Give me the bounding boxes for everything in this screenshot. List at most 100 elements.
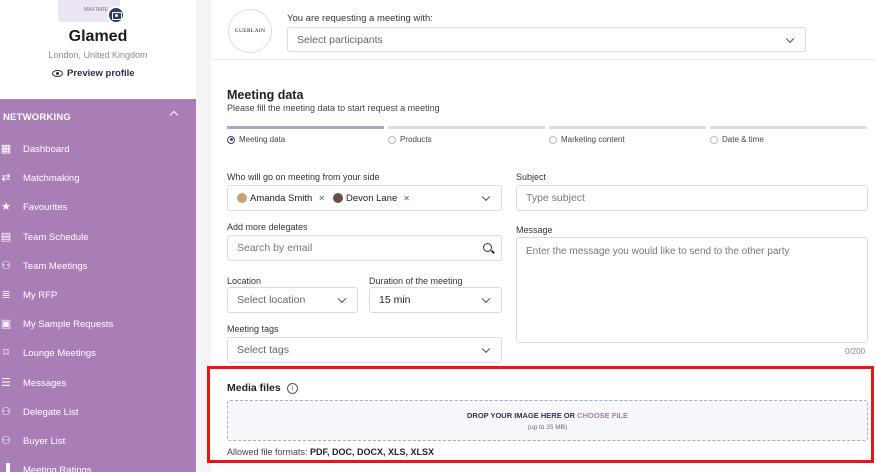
delegates-search-input[interactable]: Search by email xyxy=(227,235,502,261)
close-icon[interactable]: ✕ xyxy=(403,194,410,203)
dashboard-icon: ▦ xyxy=(0,143,12,155)
delegates-icon: ⚇ xyxy=(1,405,11,418)
camera-icon[interactable] xyxy=(107,6,125,24)
tags-select[interactable]: Select tags xyxy=(227,337,502,363)
choose-file-link[interactable]: CHOOSE FILE xyxy=(577,411,628,420)
rfp-icon: ≣ xyxy=(1,288,11,301)
who-label: Who will go on meeting from your side xyxy=(227,172,380,182)
team-icon: ⚇ xyxy=(1,259,11,272)
attendee-chip[interactable]: Amanda Smith ✕ xyxy=(237,193,325,204)
stepper: Meeting data Products Marketing content … xyxy=(227,126,877,146)
step-bar-3 xyxy=(549,126,706,129)
sidebar-item-favourites[interactable]: ★ Favourites xyxy=(0,193,196,222)
sidebar-item-label: My Sample Requests xyxy=(23,319,114,331)
eye-icon xyxy=(52,70,63,77)
radio-icon xyxy=(227,135,235,144)
info-icon[interactable]: i xyxy=(286,382,298,394)
sidebar-item-label: Delegate List xyxy=(23,406,79,418)
sidebar-item-buyer-list[interactable]: ⚇ Buyer List xyxy=(0,427,196,456)
subject-placeholder: Type subject xyxy=(526,192,585,204)
step-meeting-data[interactable]: Meeting data xyxy=(227,135,285,144)
participants-select[interactable]: Select participants xyxy=(287,27,806,52)
nav-section-label: NETWORKING xyxy=(3,111,71,123)
subject-input[interactable]: Type subject xyxy=(516,185,868,211)
allowed-formats: Allowed file formats: PDF, DOC, DOCX, XL… xyxy=(227,447,434,457)
sidebar-item-label: Meeting Ratings xyxy=(23,465,92,472)
message-placeholder: Enter the message you would like to send… xyxy=(526,246,790,257)
star-icon: ★ xyxy=(1,201,11,214)
message-counter: 0/200 xyxy=(845,347,866,356)
drop-text: DROP YOUR IMAGE HERE OR xyxy=(466,411,576,420)
step-products[interactable]: Products xyxy=(388,135,432,144)
buyers-icon: ⚇ xyxy=(1,434,11,447)
sidebar-item-messages[interactable]: ☰ Messages xyxy=(0,369,196,398)
delegates-label: Add more delegates xyxy=(227,222,308,232)
matchmaking-icon: ⇄ xyxy=(1,172,11,185)
card-text: MAXTARE xyxy=(84,7,108,13)
radio-icon xyxy=(710,135,718,144)
sidebar-item-delegate-list[interactable]: ⚇ Delegate List xyxy=(0,398,196,427)
partner-logo: GUERLAIN xyxy=(228,9,272,53)
calendar-icon: ▤ xyxy=(0,230,12,243)
meeting-data-title: Meeting data xyxy=(227,88,304,102)
duration-label: Duration of the meeting xyxy=(369,276,463,286)
chevron-down-icon xyxy=(481,192,491,202)
tags-placeholder: Select tags xyxy=(237,344,289,356)
attendee-chip[interactable]: Devon Lane ✕ xyxy=(333,193,410,204)
step-date-time[interactable]: Date & time xyxy=(710,135,764,144)
sidebar-item-label: Team Schedule xyxy=(23,231,89,243)
close-icon[interactable]: ✕ xyxy=(318,194,325,203)
sidebar-item-meeting-ratings[interactable]: ▐ Meeting Ratings xyxy=(0,456,196,472)
attendee-name: Amanda Smith xyxy=(250,192,313,204)
step-bar-4 xyxy=(710,126,867,129)
request-label: You are requesting a meeting with: xyxy=(287,13,433,24)
location-select[interactable]: Select location xyxy=(227,287,358,313)
sidebar-item-my-rfp[interactable]: ≣ My RFP xyxy=(0,281,196,310)
subject-label: Subject xyxy=(516,172,547,182)
allowed-label: Allowed file formats: xyxy=(227,447,308,457)
sidebar-item-my-sample-requests[interactable]: ▣ My Sample Requests xyxy=(0,310,196,339)
drop-instructions: DROP YOUR IMAGE HERE OR CHOOSE FILE xyxy=(228,411,867,420)
messages-icon: ☰ xyxy=(1,376,11,389)
avatar xyxy=(237,193,247,203)
sidebar-item-label: Buyer List xyxy=(23,435,66,447)
company-name: Glamed xyxy=(68,28,128,45)
tags-label: Meeting tags xyxy=(227,324,279,334)
step-marketing-content[interactable]: Marketing content xyxy=(549,135,625,144)
duration-select[interactable]: 15 min xyxy=(369,287,502,313)
profile-panel: ✧ ∿ MAXTARE Glamed London, United Kingdo… xyxy=(0,0,196,99)
company-location: London, United Kingdom xyxy=(48,50,148,60)
media-files-title: Media files i xyxy=(227,382,298,394)
sidebar-item-label: Dashboard xyxy=(23,144,70,155)
search-icon xyxy=(483,243,492,252)
sidebar-item-matchmaking[interactable]: ⇄ Matchmaking xyxy=(0,164,196,193)
size-note: (up to 25 MB) xyxy=(527,424,568,431)
sidebar-item-team-meetings[interactable]: ⚇ Team Meetings xyxy=(0,252,196,281)
attendees-select[interactable]: Amanda Smith ✕ Devon Lane ✕ xyxy=(227,185,502,211)
sidebar-item-team-schedule[interactable]: ▤ Team Schedule xyxy=(0,223,196,252)
step-bar-2 xyxy=(388,126,545,129)
sidebar-item-label: Team Meetings xyxy=(23,260,88,272)
message-textarea[interactable]: Enter the message you would like to send… xyxy=(516,237,868,343)
allowed-formats-list: PDF, DOC, DOCX, XLS, XLSX xyxy=(310,447,435,457)
ratings-icon: ▐ xyxy=(2,464,10,472)
sidebar-item-label: My RFP xyxy=(23,289,58,301)
participants-placeholder: Select participants xyxy=(297,33,383,46)
sidebar-item-dashboard[interactable]: ▦ Dashboard xyxy=(0,135,196,164)
card-scribble: ✧ ∿ xyxy=(72,0,88,2)
sample-icon: ▣ xyxy=(0,318,12,331)
nav-section-networking[interactable]: NETWORKING xyxy=(0,99,196,135)
sidebar-item-label: Matchmaking xyxy=(23,173,80,185)
attendee-name: Devon Lane xyxy=(346,192,398,204)
radio-icon xyxy=(388,135,396,144)
chevron-down-icon xyxy=(481,294,491,304)
step-label: Marketing content xyxy=(561,135,625,144)
chevron-down-icon xyxy=(785,34,795,43)
location-label: Location xyxy=(227,276,262,286)
file-dropzone[interactable]: DROP YOUR IMAGE HERE OR CHOOSE FILE (up … xyxy=(227,400,868,441)
sidebar-item-lounge-meetings[interactable]: ⌑ Lounge Meetings xyxy=(0,339,196,368)
preview-profile-link[interactable]: Preview profile xyxy=(52,68,135,79)
delegates-placeholder: Search by email xyxy=(237,242,313,254)
sidebar: ✧ ∿ MAXTARE Glamed London, United Kingdo… xyxy=(0,0,196,472)
sidebar-item-label: Favourites xyxy=(23,202,68,214)
